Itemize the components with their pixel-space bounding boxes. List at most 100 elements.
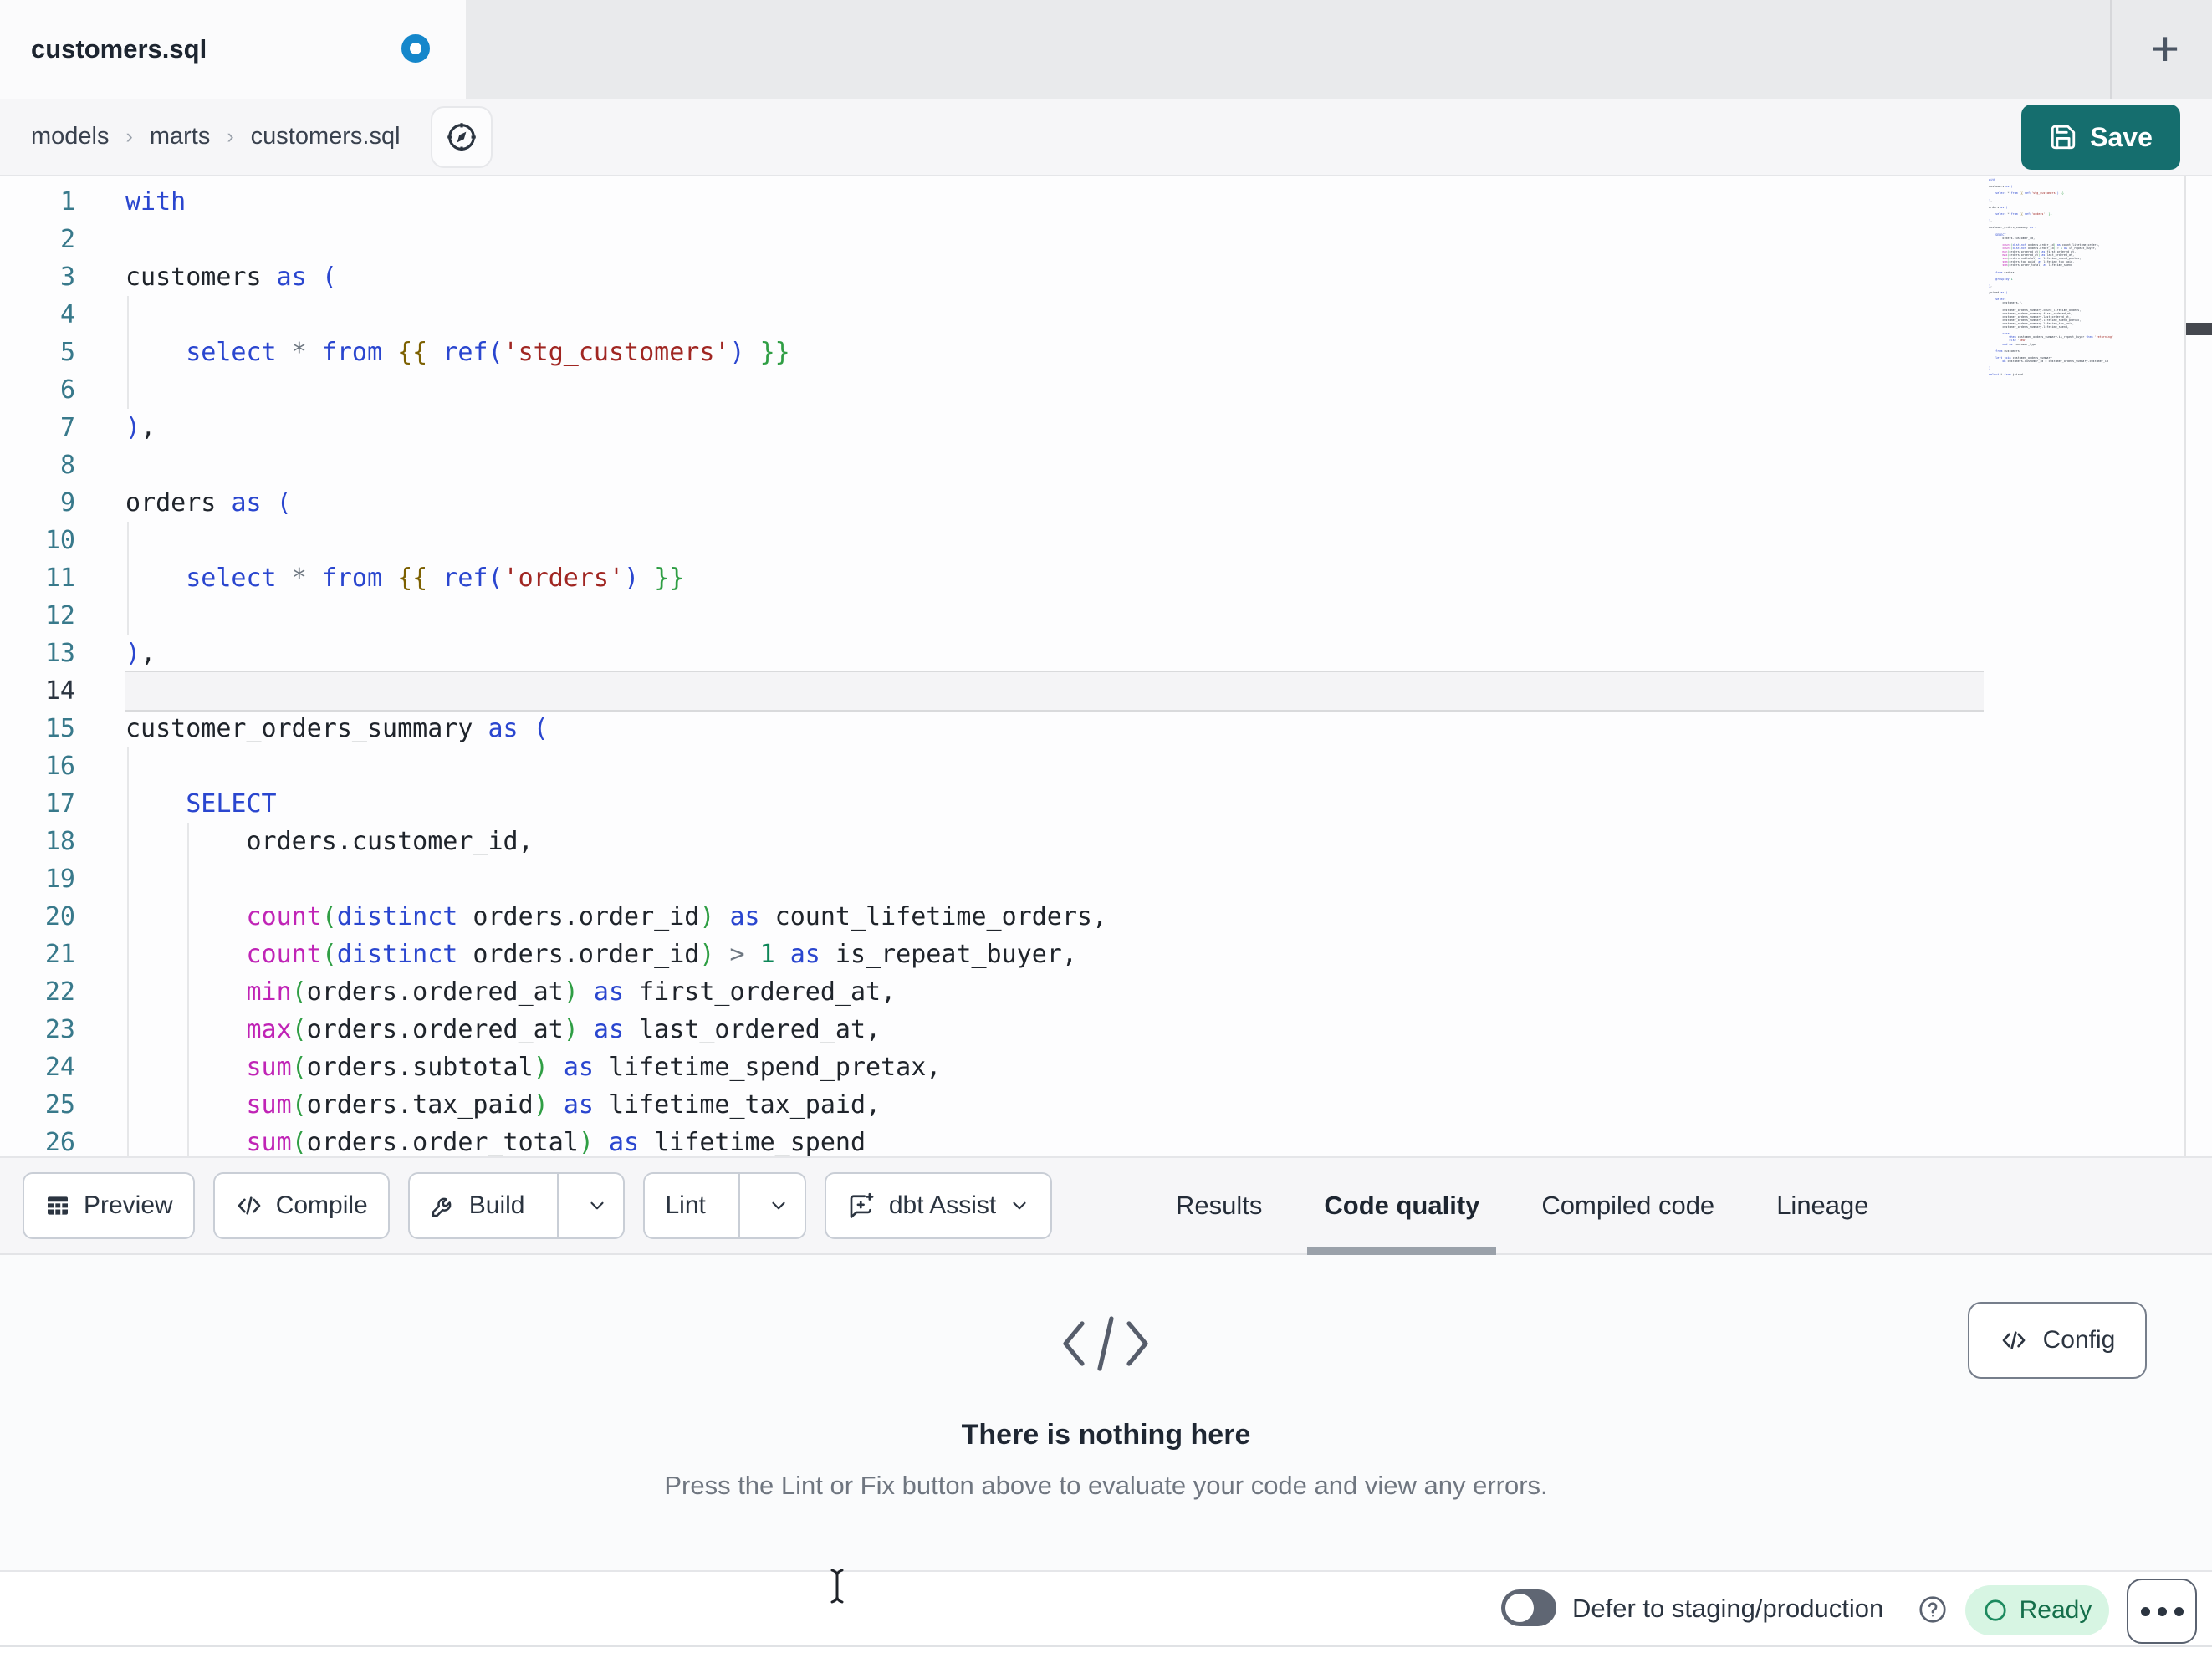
code-line[interactable]: 16 bbox=[0, 747, 1107, 785]
button-divider bbox=[738, 1174, 740, 1237]
line-number: 10 bbox=[44, 526, 75, 555]
line-number: 25 bbox=[44, 1090, 75, 1120]
code-text: customers as ( bbox=[125, 263, 337, 292]
code-line[interactable]: 9 orders as ( bbox=[0, 484, 1107, 522]
circle-outline-icon bbox=[1983, 1598, 2008, 1623]
code-text: max(orders.ordered_at) as last_ordered_a… bbox=[246, 1015, 881, 1044]
code-line[interactable]: 14 bbox=[0, 671, 1984, 712]
chat-sparkle-icon bbox=[846, 1191, 876, 1221]
code-line[interactable]: 15 customer_orders_summary as ( bbox=[0, 710, 1107, 747]
code-text: count(distinct orders.order_id) > 1 as i… bbox=[246, 940, 1077, 969]
code-text: orders as ( bbox=[125, 488, 292, 518]
line-number: 24 bbox=[44, 1053, 75, 1082]
build-button[interactable]: Build bbox=[430, 1191, 524, 1220]
code-text: select * from {{ ref('stg_customers') }} bbox=[186, 338, 790, 367]
tab-code-quality[interactable]: Code quality bbox=[1307, 1158, 1497, 1255]
editor-tab-bar: customers.sql + bbox=[0, 0, 2212, 99]
toggle-knob bbox=[1505, 1594, 1534, 1622]
code-lines: 1 with 2 3 customers as ( 4 5 select * from {{… bbox=[0, 183, 1984, 1156]
breadcrumb-item-models[interactable]: models bbox=[31, 123, 110, 151]
build-dropdown-button[interactable] bbox=[571, 1174, 623, 1237]
result-panel-tabs: Results Code quality Compiled code Lineage bbox=[1169, 1158, 1876, 1255]
line-number: 9 bbox=[59, 488, 75, 518]
code-line[interactable]: 23 max(orders.ordered_at) as last_ordere… bbox=[0, 1011, 1107, 1048]
code-line[interactable]: 21 count(distinct orders.order_id) > 1 a… bbox=[0, 936, 1107, 973]
tab-lineage[interactable]: Lineage bbox=[1770, 1158, 1875, 1253]
code-line[interactable]: 20 count(distinct orders.order_id) as co… bbox=[0, 898, 1107, 936]
line-number: 1 bbox=[59, 187, 75, 217]
code-brackets-icon bbox=[2000, 1326, 2028, 1355]
code-line[interactable]: 7), bbox=[0, 409, 1107, 446]
code-line[interactable]: 13), bbox=[0, 635, 1107, 672]
code-editor[interactable]: 1 with 2 3 customers as ( 4 5 select * from {{… bbox=[0, 176, 2212, 1156]
code-text: SELECT bbox=[186, 789, 277, 819]
line-number: 2 bbox=[59, 225, 75, 254]
breadcrumb-item-file: customers.sql bbox=[250, 123, 401, 150]
code-line[interactable]: 26 sum(orders.order_total) as lifetime_s… bbox=[0, 1124, 1107, 1156]
line-number: 16 bbox=[44, 752, 75, 781]
lint-dropdown-button[interactable] bbox=[753, 1174, 805, 1237]
line-number: 12 bbox=[44, 601, 75, 630]
button-divider bbox=[557, 1174, 559, 1237]
code-line[interactable]: 1 with bbox=[0, 183, 1107, 221]
compile-button[interactable]: Compile bbox=[212, 1172, 390, 1239]
minimap-line: on customers.customer_id = customer_orde… bbox=[2002, 359, 2108, 363]
code-line[interactable]: 24 sum(orders.subtotal) as lifetime_spen… bbox=[0, 1048, 1107, 1086]
code-line[interactable]: 3 customers as ( bbox=[0, 258, 1107, 296]
code-line[interactable]: 4 bbox=[0, 296, 1107, 334]
i-beam-cursor bbox=[826, 1567, 848, 1605]
code-line[interactable]: 18 orders.customer_id, bbox=[0, 823, 1107, 860]
code-line[interactable]: 22 min(orders.ordered_at) as first_order… bbox=[0, 973, 1107, 1011]
code-line[interactable]: 8 bbox=[0, 446, 1107, 484]
ide-status-badge[interactable]: Ready bbox=[1965, 1585, 2109, 1635]
compass-icon bbox=[444, 120, 479, 155]
code-text: ), bbox=[125, 413, 156, 442]
code-line[interactable]: 6 bbox=[0, 371, 1107, 409]
code-line[interactable]: 12 bbox=[0, 597, 1107, 635]
question-circle-icon[interactable] bbox=[1917, 1594, 1949, 1625]
line-number: 5 bbox=[59, 338, 75, 367]
code-text: customer_orders_summary as ( bbox=[125, 714, 549, 743]
save-button[interactable]: Save bbox=[2021, 105, 2180, 170]
lint-split-button: Lint bbox=[643, 1172, 806, 1239]
config-button[interactable]: Config bbox=[1968, 1302, 2147, 1379]
more-options-button[interactable] bbox=[2127, 1579, 2197, 1644]
lint-button[interactable]: Lint bbox=[665, 1191, 705, 1220]
empty-state-code-icon bbox=[1059, 1310, 1152, 1377]
defer-toggle[interactable] bbox=[1501, 1589, 1556, 1626]
dbt-assist-button[interactable]: dbt Assist bbox=[824, 1172, 1053, 1239]
code-text: min(orders.ordered_at) as first_ordered_… bbox=[246, 977, 897, 1007]
breadcrumb-item-marts[interactable]: marts bbox=[150, 123, 211, 151]
floppy-disk-icon bbox=[2049, 123, 2077, 151]
code-line[interactable]: 17 SELECT bbox=[0, 785, 1107, 823]
build-split-button: Build bbox=[407, 1172, 626, 1239]
minimap[interactable]: with customers as ( select * from {{ ref… bbox=[1989, 178, 2116, 380]
code-line[interactable]: 11 select * from {{ ref('orders') }} bbox=[0, 559, 1107, 597]
code-line[interactable]: 2 bbox=[0, 221, 1107, 258]
tab-results[interactable]: Results bbox=[1169, 1158, 1269, 1253]
line-number: 17 bbox=[44, 789, 75, 819]
line-number: 4 bbox=[59, 300, 75, 329]
preview-button-label: Preview bbox=[84, 1191, 173, 1219]
line-number: 15 bbox=[44, 714, 75, 743]
line-number: 7 bbox=[59, 413, 75, 442]
code-text: sum(orders.order_total) as lifetime_spen… bbox=[246, 1128, 866, 1156]
line-number: 6 bbox=[59, 375, 75, 405]
preview-button[interactable]: Preview bbox=[23, 1172, 195, 1239]
explore-lineage-button[interactable] bbox=[430, 105, 493, 168]
code-line[interactable]: 25 sum(orders.tax_paid) as lifetime_tax_… bbox=[0, 1086, 1107, 1124]
line-number: 22 bbox=[44, 977, 75, 1007]
dbt-ide-window: customers.sql + models › marts › custome… bbox=[0, 0, 2212, 1653]
code-line[interactable]: 5 select * from {{ ref('stg_customers') … bbox=[0, 334, 1107, 371]
breadcrumb-separator-icon: › bbox=[125, 125, 133, 148]
editor-scrollbar-thumb[interactable] bbox=[2186, 323, 2212, 335]
save-button-label: Save bbox=[2090, 121, 2153, 152]
tab-compiled-code[interactable]: Compiled code bbox=[1535, 1158, 1721, 1253]
code-line[interactable]: 19 bbox=[0, 860, 1107, 898]
line-number: 14 bbox=[44, 676, 75, 706]
new-tab-button[interactable]: + bbox=[2138, 22, 2193, 77]
file-tab-customers-sql[interactable]: customers.sql bbox=[0, 0, 466, 99]
breadcrumb-separator-icon: › bbox=[227, 125, 234, 148]
code-line[interactable]: 10 bbox=[0, 522, 1107, 559]
action-strip: Preview Compile Build Lint dbt Assist Re… bbox=[0, 1156, 2212, 1255]
